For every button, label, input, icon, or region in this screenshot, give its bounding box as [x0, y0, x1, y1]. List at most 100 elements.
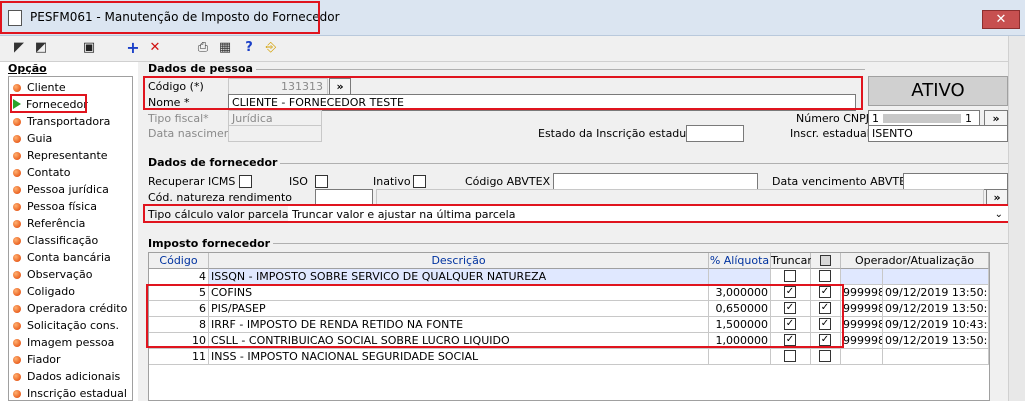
codigo-field[interactable]: 131313 — [228, 78, 328, 95]
sidebar-item-dados-adicionais[interactable]: Dados adicionais — [13, 370, 120, 387]
print-icon[interactable]: ⎙ — [194, 39, 212, 57]
sidebar-item-imagem-pessoa[interactable]: Imagem pessoa — [13, 336, 114, 353]
sidebar-item-fiador[interactable]: Fiador — [13, 353, 61, 370]
row-checkbox[interactable] — [819, 270, 831, 282]
sidebar-item-cliente[interactable]: Cliente — [13, 81, 66, 98]
add-icon[interactable]: + — [124, 39, 142, 57]
cell-aliquota[interactable]: 1,500000 — [709, 317, 771, 333]
cell-aliquota[interactable] — [709, 349, 771, 365]
sidebar-item-classificacao[interactable]: Classificação — [13, 234, 98, 251]
data-nascimento-field[interactable] — [228, 125, 322, 142]
cell-truncar: ✓ — [771, 301, 811, 317]
cell-codigo[interactable]: 10 — [149, 333, 209, 349]
truncar-checkbox[interactable]: ✓ — [784, 302, 796, 314]
delete-icon[interactable]: ✕ — [146, 39, 164, 57]
col-header-aliquota[interactable]: % Alíquota — [709, 253, 771, 269]
exit-icon[interactable]: ⎆ — [262, 39, 280, 57]
vertical-scrollbar[interactable] — [1008, 36, 1025, 401]
sidebar-item-inscricao-estadual[interactable]: Inscrição estadual — [13, 387, 127, 400]
cell-descricao[interactable]: ISSQN - IMPOSTO SOBRE SERVICO DE QUALQUE… — [209, 269, 709, 285]
codigo-lookup-button[interactable]: » — [329, 78, 351, 95]
col-header-select[interactable] — [811, 253, 841, 269]
sidebar-item-coligado[interactable]: Coligado — [13, 285, 75, 302]
cell-descricao[interactable]: CSLL - CONTRIBUICAO SOCIAL SOBRE LUCRO L… — [209, 333, 709, 349]
cell-atualizacao: 09/12/2019 10:43:30 — [883, 317, 989, 333]
cell-aliquota[interactable]: 3,000000 — [709, 285, 771, 301]
row-checkbox[interactable]: ✓ — [819, 286, 831, 298]
prev-icon[interactable]: ◩ — [32, 39, 50, 57]
bullet-icon — [13, 169, 21, 177]
first-icon[interactable]: ◤ — [10, 39, 28, 57]
bullet-icon — [13, 84, 21, 92]
sidebar-item-operadora-credito[interactable]: Operadora crédito — [13, 302, 127, 319]
inativo-checkbox[interactable] — [413, 175, 426, 188]
cell-aliquota[interactable] — [709, 269, 771, 285]
truncar-checkbox[interactable] — [784, 350, 796, 362]
tipo-calculo-select[interactable]: Truncar valor e ajustar na última parcel… — [288, 206, 1008, 223]
sidebar-item-fornecedor[interactable]: Fornecedor — [13, 98, 88, 115]
col-header-codigo[interactable]: Código — [149, 253, 209, 269]
cell-descricao[interactable]: INSS - IMPOSTO NACIONAL SEGURIDADE SOCIA… — [209, 349, 709, 365]
inativo-label: Inativo — [373, 175, 411, 188]
iso-checkbox[interactable] — [315, 175, 328, 188]
cell-codigo[interactable]: 4 — [149, 269, 209, 285]
section-divider — [262, 243, 1008, 244]
col-header-truncar[interactable]: Truncar — [771, 253, 812, 269]
calculator-icon[interactable]: ▦ — [216, 39, 234, 57]
col-header-descricao[interactable]: Descrição — [209, 253, 709, 269]
save-icon[interactable]: ▣ — [80, 39, 98, 57]
row-checkbox[interactable]: ✓ — [819, 302, 831, 314]
section-divider — [268, 163, 1008, 164]
truncar-checkbox[interactable]: ✓ — [784, 318, 796, 330]
window-title: PESFM061 - Manutenção de Imposto do Forn… — [30, 10, 340, 24]
codigo-abvtex-field[interactable] — [553, 173, 758, 190]
truncar-checkbox[interactable]: ✓ — [784, 286, 796, 298]
natureza-lookup-button[interactable]: » — [986, 189, 1008, 206]
estado-inscricao-field[interactable] — [686, 125, 744, 142]
cell-operador — [841, 349, 883, 365]
truncar-checkbox[interactable] — [784, 270, 796, 282]
cell-codigo[interactable]: 11 — [149, 349, 209, 365]
status-badge: ATIVO — [868, 76, 1008, 106]
help-icon[interactable]: ? — [240, 39, 258, 57]
cell-descricao[interactable]: PIS/PASEP — [209, 301, 709, 317]
row-checkbox[interactable] — [819, 350, 831, 362]
cell-aliquota[interactable]: 1,000000 — [709, 333, 771, 349]
sidebar-item-transportadora[interactable]: Transportadora — [13, 115, 110, 132]
sidebar-item-solicitacao-cons[interactable]: Solicitação cons. — [13, 319, 119, 336]
col-header-operador[interactable]: Operador/Atualização — [841, 253, 989, 269]
sidebar-item-conta-bancaria[interactable]: Conta bancária — [13, 251, 111, 268]
close-button[interactable]: ✕ — [982, 10, 1020, 29]
sidebar-item-contato[interactable]: Contato — [13, 166, 70, 183]
cod-natureza-field[interactable] — [315, 189, 373, 206]
cell-codigo[interactable]: 6 — [149, 301, 209, 317]
inscricao-estadual-label: Inscr. estadual — [790, 127, 870, 140]
data-vencimento-abvtex-field[interactable] — [903, 173, 1008, 190]
sidebar-item-representante[interactable]: Representante — [13, 149, 108, 166]
cell-aliquota[interactable]: 0,650000 — [709, 301, 771, 317]
bullet-icon — [13, 254, 21, 262]
recuperar-icms-checkbox[interactable] — [239, 175, 252, 188]
data-vencimento-abvtex-label: Data vencimento ABVTEX — [772, 175, 914, 188]
sidebar-item-observacao[interactable]: Observação — [13, 268, 92, 285]
truncar-checkbox[interactable]: ✓ — [784, 334, 796, 346]
cell-descricao[interactable]: IRRF - IMPOSTO DE RENDA RETIDO NA FONTE — [209, 317, 709, 333]
nome-field[interactable]: CLIENTE - FORNECEDOR TESTE — [228, 94, 856, 111]
cell-descricao[interactable]: COFINS — [209, 285, 709, 301]
section-dados-pessoa-title: Dados de pessoa — [148, 62, 256, 75]
cod-natureza-label: Cód. natureza rendimento — [148, 191, 292, 204]
bullet-icon — [13, 339, 21, 347]
cell-select: ✓ — [811, 285, 841, 301]
document-icon — [8, 10, 22, 26]
cell-operador: 999998 — [841, 301, 883, 317]
chevron-down-icon: ⌄ — [994, 209, 1003, 220]
cell-codigo[interactable]: 5 — [149, 285, 209, 301]
sidebar-item-referencia[interactable]: Referência — [13, 217, 85, 234]
cell-codigo[interactable]: 8 — [149, 317, 209, 333]
row-checkbox[interactable]: ✓ — [819, 334, 831, 346]
inscricao-estadual-field[interactable]: ISENTO — [868, 125, 1008, 142]
row-checkbox[interactable]: ✓ — [819, 318, 831, 330]
sidebar-item-pessoa-fisica[interactable]: Pessoa física — [13, 200, 97, 217]
sidebar-item-guia[interactable]: Guia — [13, 132, 52, 149]
sidebar-item-pessoa-juridica[interactable]: Pessoa jurídica — [13, 183, 109, 200]
